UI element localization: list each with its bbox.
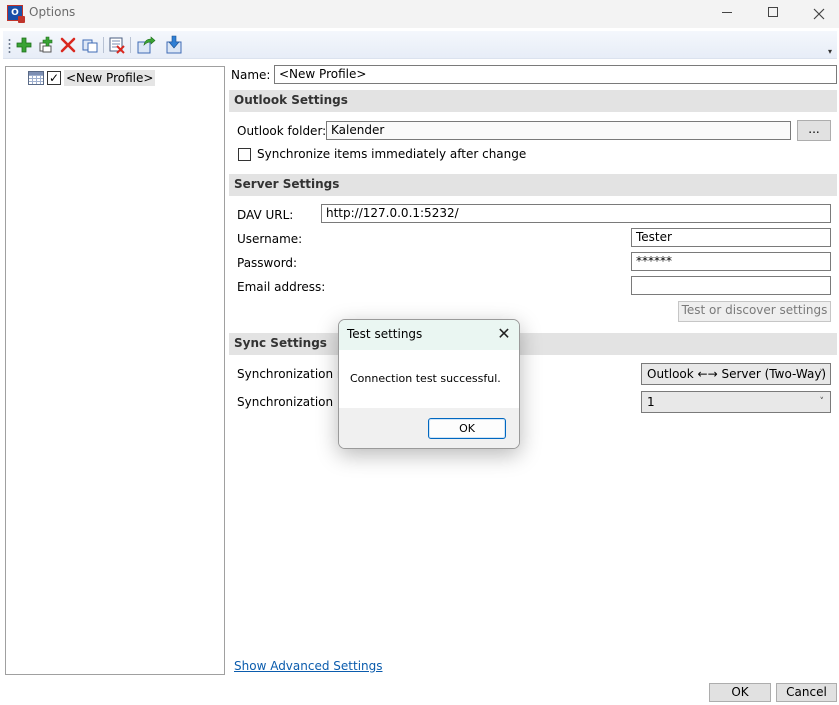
- dialog-message: Connection test successful.: [350, 372, 501, 385]
- toolbar-separator: [130, 37, 131, 53]
- close-icon: [813, 8, 825, 20]
- sync-interval-value: 1: [647, 395, 655, 409]
- window-title: Options: [29, 5, 76, 19]
- sync-immediately-checkbox[interactable]: [238, 148, 251, 161]
- close-icon: ✕: [497, 324, 511, 343]
- sync-settings-header: Sync Settings: [229, 333, 837, 355]
- test-settings-button[interactable]: Test or discover settings: [678, 301, 831, 322]
- clear-cache-button[interactable]: [107, 35, 127, 55]
- test-settings-dialog: Test settings ✕ Connection test successf…: [338, 319, 520, 449]
- close-window-button[interactable]: [796, 0, 839, 28]
- dialog-title-bar: Test settings ✕: [339, 320, 519, 350]
- name-label: Name:: [231, 68, 271, 82]
- title-bar: O Options: [0, 0, 839, 28]
- export-profiles-button[interactable]: [136, 35, 156, 55]
- profile-tree[interactable]: ✓ <New Profile>: [5, 66, 225, 675]
- profile-tree-label[interactable]: <New Profile>: [64, 70, 156, 86]
- sync-interval-dropdown[interactable]: 1 ˅: [641, 391, 831, 413]
- dialog-ok-button[interactable]: OK: [428, 418, 506, 439]
- profile-name-input[interactable]: <New Profile>: [274, 65, 837, 84]
- cancel-button[interactable]: Cancel: [776, 683, 837, 702]
- dialog-title: Test settings: [347, 327, 423, 341]
- browse-folder-button[interactable]: ...: [797, 120, 831, 141]
- outlook-folder-label: Outlook folder:: [237, 124, 327, 138]
- chevron-down-icon: ˅: [819, 369, 825, 379]
- dav-url-label: DAV URL:: [237, 208, 294, 222]
- toolbar-grip[interactable]: [8, 38, 11, 54]
- sync-immediately-label: Synchronize items immediately after chan…: [257, 147, 527, 161]
- delete-profile-button[interactable]: [58, 35, 78, 55]
- calendar-icon: [28, 71, 44, 85]
- username-label: Username:: [237, 232, 303, 246]
- minimize-icon: [722, 12, 732, 13]
- sync-interval-label: Synchronization int: [237, 395, 353, 409]
- username-input[interactable]: Tester: [631, 228, 831, 247]
- password-label: Password:: [237, 256, 298, 270]
- chevron-down-icon: ˅: [819, 397, 825, 407]
- outlook-settings-header: Outlook Settings: [229, 90, 837, 112]
- minimize-button[interactable]: [704, 0, 750, 28]
- export-profiles-icon: [137, 36, 156, 54]
- copy-profile-icon: [82, 39, 98, 53]
- server-settings-header: Server Settings: [229, 174, 837, 196]
- ok-button[interactable]: OK: [709, 683, 771, 702]
- dialog-close-button[interactable]: ✕: [493, 324, 515, 346]
- profile-enabled-checkbox[interactable]: ✓: [47, 71, 61, 85]
- toolbar-overflow-button[interactable]: ▾: [828, 47, 832, 56]
- sync-mode-value: Outlook ←→ Server (Two-Way): [647, 367, 827, 381]
- dialog-footer: OK: [339, 408, 519, 448]
- add-profile-icon: [16, 37, 32, 53]
- maximize-icon: [768, 7, 778, 17]
- copy-profile-button[interactable]: [80, 35, 100, 55]
- show-advanced-settings-link[interactable]: Show Advanced Settings: [234, 659, 383, 673]
- maximize-button[interactable]: [750, 0, 796, 28]
- toolbar: ▾: [3, 31, 837, 59]
- email-label: Email address:: [237, 280, 326, 294]
- import-profiles-button[interactable]: [164, 35, 184, 55]
- delete-profile-icon: [60, 37, 76, 53]
- import-profiles-icon: [166, 35, 182, 54]
- sync-mode-dropdown[interactable]: Outlook ←→ Server (Two-Way) ˅: [641, 363, 831, 385]
- outlook-folder-field[interactable]: Kalender: [326, 121, 791, 140]
- email-input[interactable]: [631, 276, 831, 295]
- password-input[interactable]: ******: [631, 252, 831, 271]
- add-profile-button[interactable]: [14, 35, 34, 55]
- app-icon: O: [7, 5, 25, 23]
- add-multiple-profiles-button[interactable]: [36, 35, 56, 55]
- clear-cache-icon: [109, 37, 125, 54]
- dav-url-input[interactable]: http://127.0.0.1:5232/: [321, 204, 831, 223]
- toolbar-separator: [103, 37, 104, 53]
- add-multiple-profiles-icon: [39, 36, 53, 53]
